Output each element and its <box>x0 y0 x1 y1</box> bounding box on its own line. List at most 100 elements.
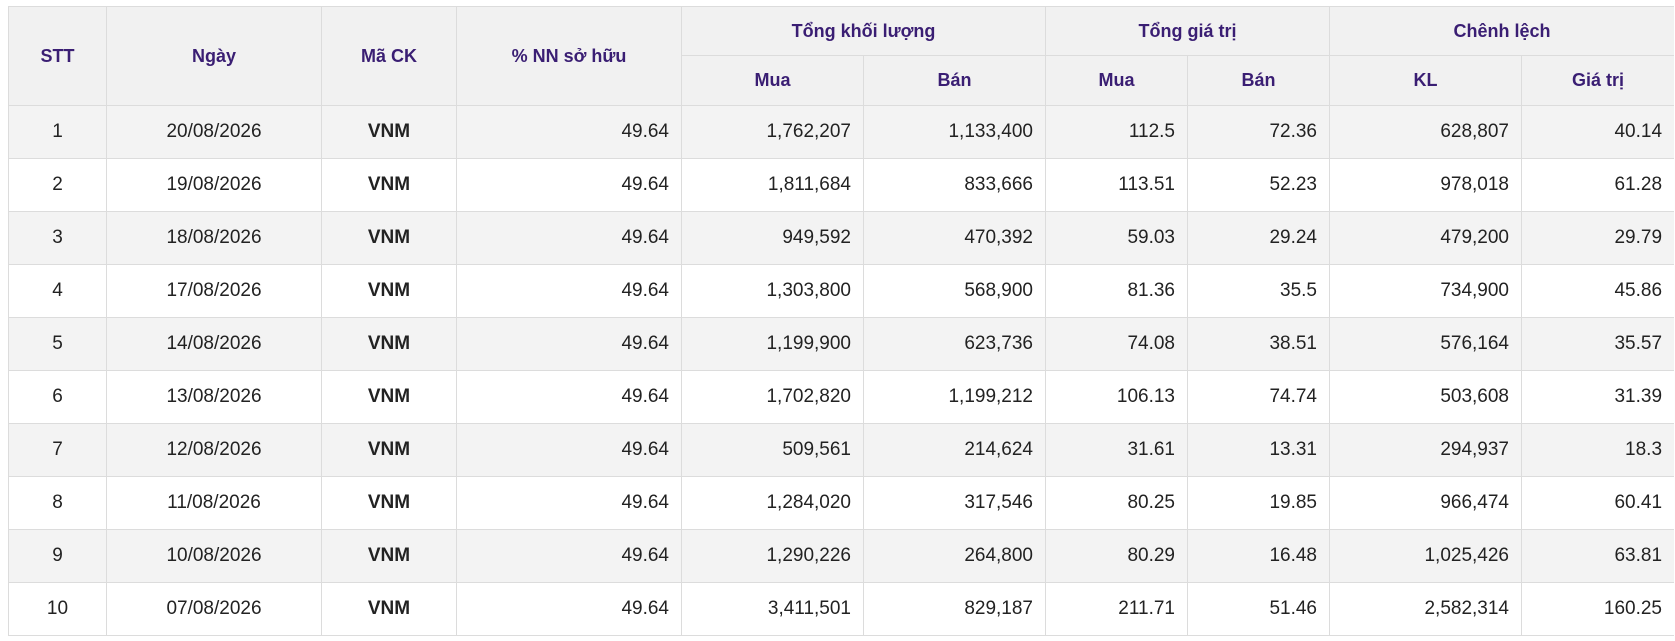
cell-diff-value: 160.25 <box>1520 582 1674 636</box>
cell-value-buy: 113.51 <box>1045 158 1188 212</box>
cell-volume-buy: 1,284,020 <box>681 476 864 530</box>
cell-date: 11/08/2026 <box>106 476 322 530</box>
cell-value-buy: 74.08 <box>1045 317 1188 371</box>
cell-value-buy: 59.03 <box>1045 211 1188 265</box>
cell-value-sell: 16.48 <box>1187 529 1330 583</box>
cell-foreign-pct: 49.64 <box>456 582 682 636</box>
header-symbol[interactable]: Mã CK <box>321 6 457 106</box>
cell-diff-value: 35.57 <box>1520 317 1674 371</box>
cell-diff-kl: 503,608 <box>1329 370 1522 424</box>
cell-value-sell: 13.31 <box>1187 423 1330 477</box>
header-total-value: Tổng giá trị <box>1045 6 1330 56</box>
foreign-trading-table-container: STT Ngày Mã CK % NN sở hữu Tổng khối lượ… <box>8 6 1674 641</box>
cell-diff-kl: 294,937 <box>1329 423 1522 477</box>
cell-value-sell: 72.36 <box>1187 105 1330 159</box>
cell-diff-value: 29.79 <box>1520 211 1674 265</box>
foreign-trading-table: STT Ngày Mã CK % NN sở hữu Tổng khối lượ… <box>8 6 1674 636</box>
cell-volume-buy: 1,290,226 <box>681 529 864 583</box>
cell-value-sell: 51.46 <box>1187 582 1330 636</box>
cell-volume-sell: 833,666 <box>863 158 1046 212</box>
header-value-sell[interactable]: Bán <box>1187 55 1330 106</box>
cell-date: 12/08/2026 <box>106 423 322 477</box>
table-header: STT Ngày Mã CK % NN sở hữu Tổng khối lượ… <box>8 6 1674 106</box>
cell-date: 14/08/2026 <box>106 317 322 371</box>
cell-date: 17/08/2026 <box>106 264 322 318</box>
cell-volume-buy: 509,561 <box>681 423 864 477</box>
cell-volume-sell: 568,900 <box>863 264 1046 318</box>
cell-volume-buy: 1,702,820 <box>681 370 864 424</box>
header-volume-buy[interactable]: Mua <box>681 55 864 106</box>
table-row: 3 18/08/2026 VNM 49.64 949,592 470,392 59.03 29… <box>8 211 1674 265</box>
cell-diff-kl: 966,474 <box>1329 476 1522 530</box>
cell-foreign-pct: 49.64 <box>456 158 682 212</box>
cell-date: 20/08/2026 <box>106 105 322 159</box>
cell-value-buy: 211.71 <box>1045 582 1188 636</box>
table-row: 8 11/08/2026 VNM 49.64 1,284,020 317,546 80.25… <box>8 476 1674 530</box>
cell-value-buy: 112.5 <box>1045 105 1188 159</box>
header-stt[interactable]: STT <box>8 6 107 106</box>
cell-foreign-pct: 49.64 <box>456 370 682 424</box>
cell-value-buy: 80.29 <box>1045 529 1188 583</box>
cell-foreign-pct: 49.64 <box>456 529 682 583</box>
cell-volume-buy: 1,811,684 <box>681 158 864 212</box>
table-row: 6 13/08/2026 VNM 49.64 1,702,820 1,199,212 106… <box>8 370 1674 424</box>
cell-diff-value: 31.39 <box>1520 370 1674 424</box>
cell-stt: 5 <box>8 317 107 371</box>
cell-foreign-pct: 49.64 <box>456 211 682 265</box>
cell-diff-value: 61.28 <box>1520 158 1674 212</box>
cell-volume-buy: 1,199,900 <box>681 317 864 371</box>
cell-symbol[interactable]: VNM <box>321 317 457 371</box>
table-row: 5 14/08/2026 VNM 49.64 1,199,900 623,736 74.08… <box>8 317 1674 371</box>
cell-volume-buy: 3,411,501 <box>681 582 864 636</box>
header-difference: Chênh lệch <box>1328 6 1674 56</box>
header-total-volume: Tổng khối lượng <box>681 6 1046 56</box>
cell-date: 07/08/2026 <box>106 582 322 636</box>
cell-symbol[interactable]: VNM <box>321 370 457 424</box>
table-row: 2 19/08/2026 VNM 49.64 1,811,684 833,666 113.5… <box>8 158 1674 212</box>
header-diff-value[interactable]: Giá trị <box>1520 55 1674 106</box>
cell-stt: 2 <box>8 158 107 212</box>
cell-symbol[interactable]: VNM <box>321 158 457 212</box>
cell-symbol[interactable]: VNM <box>321 476 457 530</box>
cell-value-sell: 35.5 <box>1187 264 1330 318</box>
cell-stt: 9 <box>8 529 107 583</box>
cell-diff-kl: 628,807 <box>1329 105 1522 159</box>
cell-diff-value: 40.14 <box>1520 105 1674 159</box>
cell-symbol[interactable]: VNM <box>321 423 457 477</box>
cell-symbol[interactable]: VNM <box>321 529 457 583</box>
cell-diff-kl: 1,025,426 <box>1329 529 1522 583</box>
cell-symbol[interactable]: VNM <box>321 582 457 636</box>
cell-volume-sell: 1,199,212 <box>863 370 1046 424</box>
cell-diff-kl: 576,164 <box>1329 317 1522 371</box>
header-foreign-ownership[interactable]: % NN sở hữu <box>456 6 682 106</box>
cell-diff-kl: 734,900 <box>1329 264 1522 318</box>
cell-volume-sell: 829,187 <box>863 582 1046 636</box>
table-row: 4 17/08/2026 VNM 49.64 1,303,800 568,900 81.36… <box>8 264 1674 318</box>
cell-symbol[interactable]: VNM <box>321 105 457 159</box>
cell-value-sell: 52.23 <box>1187 158 1330 212</box>
cell-date: 10/08/2026 <box>106 529 322 583</box>
cell-symbol[interactable]: VNM <box>321 264 457 318</box>
header-date[interactable]: Ngày <box>106 6 322 106</box>
cell-diff-kl: 479,200 <box>1329 211 1522 265</box>
table-body: 1 20/08/2026 VNM 49.64 1,762,207 1,133,400 112… <box>8 105 1674 636</box>
cell-foreign-pct: 49.64 <box>456 264 682 318</box>
cell-stt: 10 <box>8 582 107 636</box>
cell-volume-sell: 623,736 <box>863 317 1046 371</box>
cell-volume-sell: 470,392 <box>863 211 1046 265</box>
cell-volume-sell: 264,800 <box>863 529 1046 583</box>
cell-stt: 3 <box>8 211 107 265</box>
table-row: 1 20/08/2026 VNM 49.64 1,762,207 1,133,400 112… <box>8 105 1674 159</box>
table-row: 10 07/08/2026 VNM 49.64 3,411,501 829,187 211.… <box>8 582 1674 636</box>
cell-date: 19/08/2026 <box>106 158 322 212</box>
header-volume-sell[interactable]: Bán <box>863 55 1046 106</box>
header-value-buy[interactable]: Mua <box>1045 55 1188 106</box>
cell-symbol[interactable]: VNM <box>321 211 457 265</box>
header-diff-kl[interactable]: KL <box>1329 55 1522 106</box>
cell-date: 18/08/2026 <box>106 211 322 265</box>
cell-diff-kl: 978,018 <box>1329 158 1522 212</box>
cell-value-buy: 81.36 <box>1045 264 1188 318</box>
cell-value-sell: 19.85 <box>1187 476 1330 530</box>
cell-value-buy: 31.61 <box>1045 423 1188 477</box>
cell-foreign-pct: 49.64 <box>456 476 682 530</box>
